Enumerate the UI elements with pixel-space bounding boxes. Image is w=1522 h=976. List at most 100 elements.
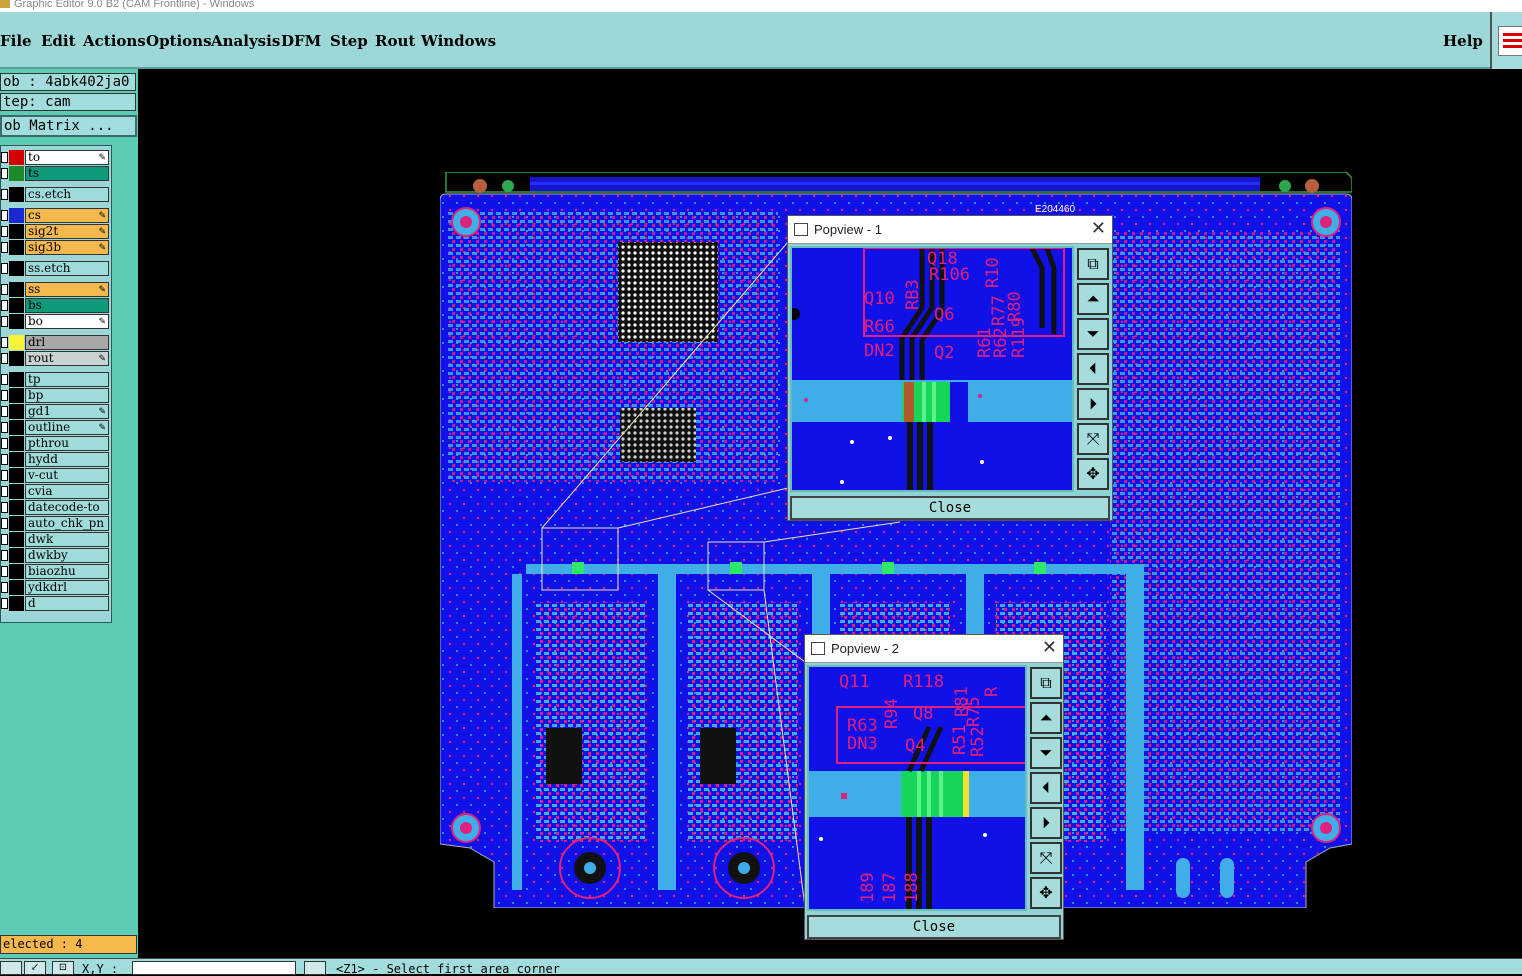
layer-row[interactable]: rout ✎ (1, 351, 109, 366)
layer-row[interactable]: ss.etch (1, 261, 109, 276)
menu-dfm[interactable]: DFM (281, 32, 321, 50)
layer-name[interactable]: sig3b ✎ (25, 240, 109, 255)
layer-name[interactable]: cs.etch (25, 187, 109, 202)
pan-up-icon[interactable]: ⏶ (1030, 702, 1062, 734)
layer-name[interactable]: auto_chk_pn (25, 516, 109, 531)
layer-row[interactable]: ss ✎ (1, 282, 109, 297)
layer-row[interactable]: dwk (1, 532, 109, 547)
layer-color-swatch[interactable] (9, 436, 24, 451)
layer-checkbox[interactable] (1, 598, 8, 609)
layer-row[interactable]: outline ✎ (1, 420, 109, 435)
popview-1-viewport[interactable]: Q18 R106 Q10 R66 Q6 DN2 Q2 RB3 R61 R77 R… (790, 246, 1074, 492)
layer-color-swatch[interactable] (9, 150, 24, 165)
layer-name[interactable]: sig2t ✎ (25, 224, 109, 239)
layer-checkbox[interactable] (1, 374, 8, 385)
layer-row[interactable]: biaozhu (1, 564, 109, 579)
layer-row[interactable]: sig2t ✎ (1, 224, 109, 239)
pan-left-icon[interactable]: ⏴ (1030, 772, 1062, 804)
menu-windows[interactable]: Windows (421, 32, 496, 50)
layer-row[interactable]: pthrou (1, 436, 109, 451)
status-button[interactable] (304, 961, 326, 975)
layer-checkbox[interactable] (1, 438, 8, 449)
layer-checkbox[interactable] (1, 263, 8, 274)
layer-row[interactable]: hydd (1, 452, 109, 467)
pan-down-icon[interactable]: ⏷ (1030, 737, 1062, 769)
layer-row[interactable]: bs (1, 298, 109, 313)
layer-color-swatch[interactable] (9, 166, 24, 181)
zoom-in-icon[interactable]: ⤧ (1030, 842, 1062, 874)
layer-checkbox[interactable] (1, 534, 8, 545)
status-button[interactable]: ⊡ (52, 961, 74, 975)
layer-checkbox[interactable] (1, 226, 8, 237)
layer-name[interactable]: dwkby (25, 548, 109, 563)
layer-row[interactable]: datecode-to (1, 500, 109, 515)
layer-row[interactable]: auto_chk_pn (1, 516, 109, 531)
layer-checkbox[interactable] (1, 406, 8, 417)
status-button[interactable] (0, 961, 22, 975)
layer-color-swatch[interactable] (9, 404, 24, 419)
layer-row[interactable]: ts (1, 166, 109, 181)
layer-color-swatch[interactable] (9, 580, 24, 595)
menu-edit[interactable]: Edit (41, 32, 76, 50)
layer-row[interactable]: v-cut (1, 468, 109, 483)
layer-color-swatch[interactable] (9, 516, 24, 531)
menu-options[interactable]: Options (146, 32, 212, 50)
layer-color-swatch[interactable] (9, 468, 24, 483)
layer-checkbox[interactable] (1, 168, 8, 179)
layer-color-swatch[interactable] (9, 351, 24, 366)
layer-name[interactable]: cs ✎ (25, 208, 109, 223)
layer-name[interactable]: to ✎ (25, 150, 109, 165)
layer-color-swatch[interactable] (9, 298, 24, 313)
layer-name[interactable]: ss.etch (25, 261, 109, 276)
layer-name[interactable]: hydd (25, 452, 109, 467)
layer-color-swatch[interactable] (9, 532, 24, 547)
layer-color-swatch[interactable] (9, 596, 24, 611)
layer-name[interactable]: tp (25, 372, 109, 387)
layer-row[interactable]: ydkdrl (1, 580, 109, 595)
layer-checkbox[interactable] (1, 210, 8, 221)
layer-checkbox[interactable] (1, 390, 8, 401)
layer-color-swatch[interactable] (9, 500, 24, 515)
layer-name[interactable]: rout ✎ (25, 351, 109, 366)
layer-row[interactable]: bp (1, 388, 109, 403)
layer-checkbox[interactable] (1, 242, 8, 253)
layer-name[interactable]: ydkdrl (25, 580, 109, 595)
layer-color-swatch[interactable] (9, 388, 24, 403)
layer-checkbox[interactable] (1, 189, 8, 200)
popview-1-close-button[interactable]: Close (790, 496, 1110, 520)
layer-color-swatch[interactable] (9, 372, 24, 387)
layer-row[interactable]: bo ✎ (1, 314, 109, 329)
status-button[interactable]: ↙ (24, 961, 46, 975)
layer-color-swatch[interactable] (9, 548, 24, 563)
zoom-out-icon[interactable]: ✥ (1030, 877, 1062, 909)
layer-color-swatch[interactable] (9, 335, 24, 350)
layer-name[interactable]: v-cut (25, 468, 109, 483)
popview-fit-icon[interactable]: ⧉ (1030, 667, 1062, 699)
layer-color-swatch[interactable] (9, 224, 24, 239)
layer-name[interactable]: bs (25, 298, 109, 313)
pan-up-icon[interactable]: ⏶ (1077, 283, 1109, 315)
menu-help[interactable]: Help (1443, 32, 1483, 50)
popview-2-close-button[interactable]: Close (807, 915, 1061, 939)
layer-name[interactable]: outline ✎ (25, 420, 109, 435)
layer-checkbox[interactable] (1, 486, 8, 497)
layer-color-swatch[interactable] (9, 208, 24, 223)
layer-checkbox[interactable] (1, 454, 8, 465)
layer-name[interactable]: drl (25, 335, 109, 350)
layer-checkbox[interactable] (1, 470, 8, 481)
layer-name[interactable]: ts (25, 166, 109, 181)
layer-row[interactable]: to ✎ (1, 150, 109, 165)
job-matrix-button[interactable]: ob Matrix ... (0, 115, 137, 137)
layer-checkbox[interactable] (1, 353, 8, 364)
menu-step[interactable]: Step (330, 32, 368, 50)
layer-row[interactable]: cs ✎ (1, 208, 109, 223)
layer-checkbox[interactable] (1, 518, 8, 529)
layer-checkbox[interactable] (1, 550, 8, 561)
layer-checkbox[interactable] (1, 337, 8, 348)
coordinate-input[interactable] (132, 961, 296, 975)
pan-down-icon[interactable]: ⏷ (1077, 318, 1109, 350)
layer-checkbox[interactable] (1, 300, 8, 311)
layer-color-swatch[interactable] (9, 420, 24, 435)
layer-color-swatch[interactable] (9, 484, 24, 499)
close-icon[interactable]: ✕ (1042, 637, 1057, 658)
